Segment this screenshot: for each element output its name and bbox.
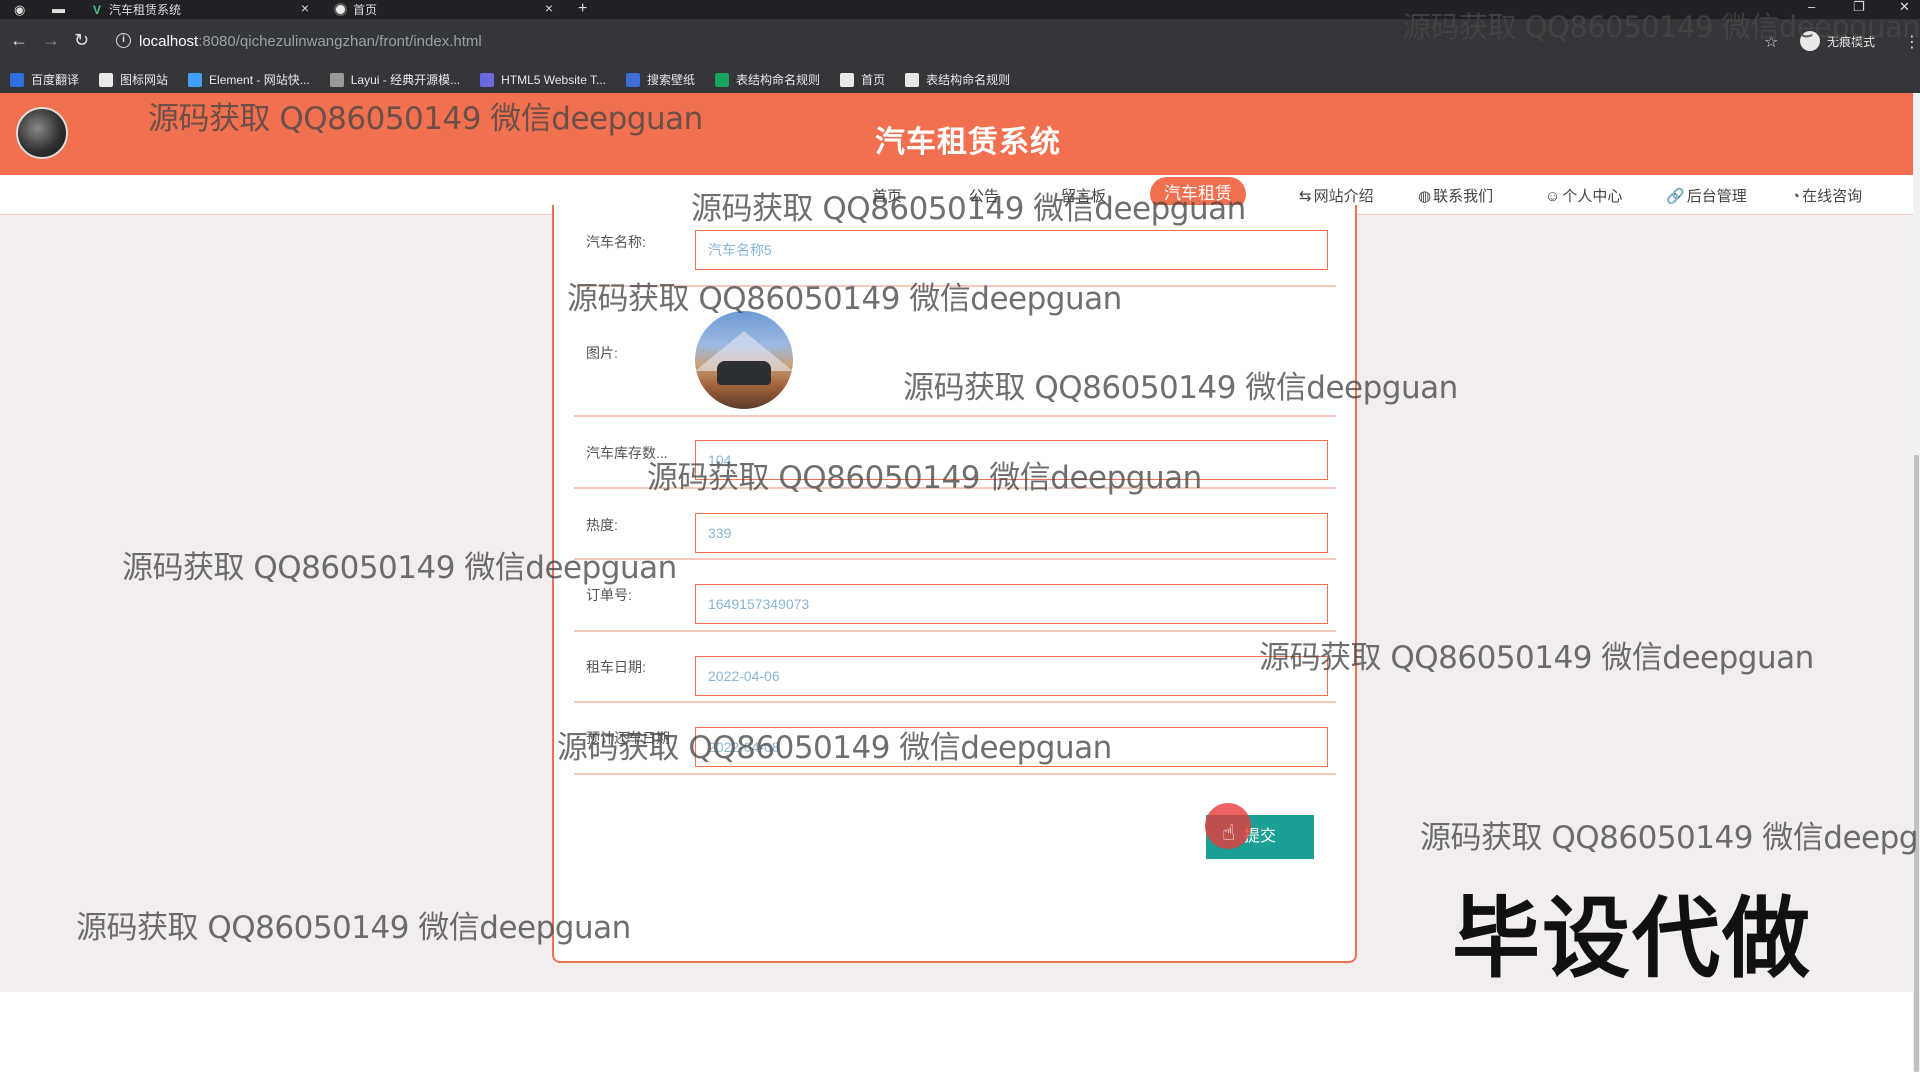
url-path: :8080/qichezulinwangzhan/front/index.htm…: [198, 32, 482, 50]
tab-title: 汽车租赁系统: [109, 3, 182, 17]
nav-item[interactable]: ◍ 联系我们: [1418, 185, 1493, 206]
rent-date-input[interactable]: 2022-04-06: [695, 656, 1328, 696]
bookmark-label: 表结构命名规则: [926, 73, 1011, 87]
bookmark-label: 表结构命名规则: [736, 73, 821, 87]
close-icon[interactable]: ×: [545, 0, 553, 17]
promo-text: 毕设代做: [1452, 887, 1813, 990]
bookmark-label: 首页: [861, 73, 886, 87]
popularity-input[interactable]: 339: [695, 513, 1328, 553]
form-row-rent-date: 租车日期: 2022-04-06: [574, 632, 1336, 703]
browser-tab-1[interactable]: V 汽车租赁系统 ×: [93, 0, 313, 19]
bookmark-item[interactable]: Element - 网站快...: [188, 71, 310, 88]
field-label: 订单号:: [586, 587, 632, 603]
field-label: 图片:: [586, 345, 618, 361]
browser-tab-2[interactable]: 首页 ×: [334, 0, 554, 19]
watermark-text: 源码获取 QQ86050149 微信deepguan: [1259, 640, 1814, 676]
nav-icon: ◍: [1418, 188, 1432, 205]
bookmark-label: Element - 网站快...: [209, 73, 310, 87]
field-label: 租车日期:: [586, 659, 646, 675]
bookmark-label: Layui - 经典开源模...: [350, 73, 461, 87]
watermark-text: 源码获取 QQ86050149 微信deepguan: [647, 460, 1202, 496]
globe-icon: [334, 3, 347, 16]
bookmark-label: 搜索壁纸: [647, 73, 696, 87]
watermark-text: 源码获取 QQ86050149 微信deepguan: [122, 550, 677, 586]
car-shape: [717, 361, 771, 385]
bookmark-item[interactable]: 搜索壁纸: [626, 71, 695, 88]
watermark-text: 源码获取 QQ86050149 微信deepguan: [76, 910, 631, 946]
bookmark-favicon-icon: [715, 72, 730, 87]
info-icon[interactable]: i: [116, 33, 131, 48]
bookmark-favicon-icon: [10, 72, 24, 87]
vue-icon: V: [93, 2, 102, 17]
tab-title: 首页: [353, 3, 378, 17]
close-icon[interactable]: ×: [301, 0, 309, 17]
bookmark-item[interactable]: HTML5 Website T...: [480, 72, 607, 87]
nav-label: 在线咨询: [1802, 188, 1863, 205]
bookmark-item[interactable]: 图标网站: [99, 71, 168, 88]
form-row-order-number: 订单号: 1649157349073: [574, 560, 1336, 632]
nav-item[interactable]: ☺ 个人中心: [1545, 185, 1622, 206]
nav-label: 后台管理: [1686, 188, 1747, 205]
nav-label: 联系我们: [1433, 188, 1494, 205]
scrollbar-thumb[interactable]: [1914, 455, 1919, 1072]
nav-item[interactable]: 🔗 后台管理: [1666, 185, 1747, 206]
bookmarks-bar: 百度翻译 图标网站 Element - 网站快... Layui - 经典开源模...…: [0, 66, 1920, 93]
bookmark-item[interactable]: Layui - 经典开源模...: [329, 71, 461, 88]
watermark-text: 源码获取 QQ86050149 微信deepguan: [148, 101, 703, 137]
url-host: localhost: [139, 32, 199, 50]
forward-arrow-icon[interactable]: →: [42, 31, 60, 49]
bookmark-label: HTML5 Website T...: [501, 72, 607, 87]
nav-icon: 🔗: [1666, 188, 1685, 205]
back-arrow-icon[interactable]: ←: [10, 31, 28, 49]
bookmark-item[interactable]: 首页: [840, 71, 885, 88]
watermark-text: 源码获取 QQ86050149 微信deepguan: [1420, 820, 1920, 856]
nav-label: 个人中心: [1562, 188, 1623, 205]
watermark-text: 源码获取 QQ86050149 微信deepguan: [1402, 10, 1920, 44]
new-tab-button[interactable]: +: [578, 1, 587, 17]
nav-item[interactable]: ◔ 在线咨询: [1791, 185, 1862, 206]
bookmark-favicon-icon: [329, 72, 344, 87]
reload-icon[interactable]: ↻: [74, 31, 89, 49]
hand-pointer-icon: ☝: [1222, 820, 1236, 845]
field-label: 汽车名称:: [586, 234, 646, 250]
nav-label: 网站介绍: [1313, 188, 1374, 205]
browser-logo-icon: ◉: [14, 2, 26, 17]
page-footer-area: [0, 992, 1913, 1072]
car-name-input[interactable]: 汽车名称5: [695, 230, 1328, 270]
car-photo: [695, 311, 793, 409]
bookmark-label: 百度翻译: [31, 73, 80, 87]
bookmark-item[interactable]: 表结构命名规则: [905, 71, 1010, 88]
bookmark-favicon-icon: [188, 72, 203, 87]
order-number-input[interactable]: 1649157349073: [695, 584, 1328, 624]
bookmark-favicon-icon: [480, 72, 495, 87]
tab-group-icon[interactable]: ▬: [52, 2, 65, 15]
nav-icon: ◔: [1791, 188, 1801, 205]
nav-icon: ☺: [1545, 188, 1561, 205]
watermark-text: 源码获取 QQ86050149 微信deepguan: [691, 191, 1246, 227]
watermark-text: 源码获取 QQ86050149 微信deepguan: [903, 370, 1458, 406]
bookmark-favicon-icon: [626, 72, 641, 87]
bookmark-favicon-icon: [99, 72, 114, 87]
watermark-text: 源码获取 QQ86050149 微信deepguan: [557, 730, 1112, 766]
bookmark-favicon-icon: [905, 72, 920, 87]
form-row-popularity: 热度: 339: [574, 489, 1336, 560]
bookmark-label: 图标网站: [120, 73, 169, 87]
field-label: 热度:: [586, 517, 618, 533]
bookmark-item[interactable]: 百度翻译: [10, 71, 79, 88]
nav-item[interactable]: ⇆ 网站介绍: [1299, 185, 1374, 206]
watermark-text: 源码获取 QQ86050149 微信deepguan: [567, 281, 1122, 317]
nav-icon: ⇆: [1299, 188, 1312, 205]
bookmark-item[interactable]: 表结构命名规则: [715, 71, 820, 88]
bookmark-favicon-icon: [840, 72, 855, 87]
